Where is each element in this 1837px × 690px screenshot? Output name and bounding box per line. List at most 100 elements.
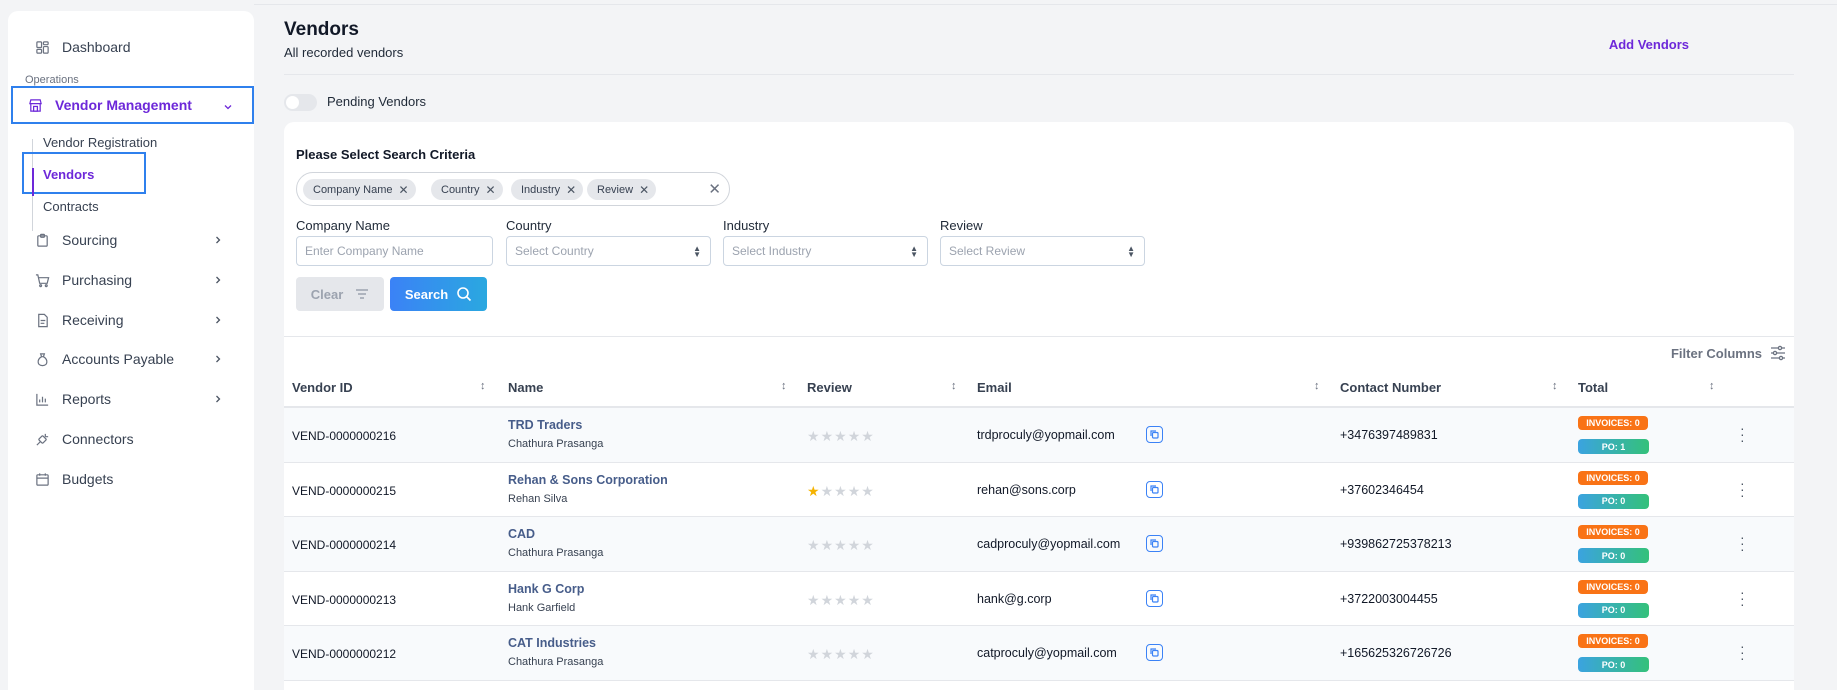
vendor-email: rehan@sons.corp <box>977 482 1076 497</box>
dashboard-icon <box>34 39 50 55</box>
sidebar-item-receiving[interactable]: Receiving <box>20 301 242 339</box>
chip-country[interactable]: Country ✕ <box>431 179 503 200</box>
select-arrows-icon: ▲ ▼ <box>1127 244 1135 259</box>
invoices-badge: INVOICES: 0 <box>1578 525 1648 539</box>
chevron-down-icon <box>222 100 234 112</box>
column-header-review[interactable]: Review <box>807 380 852 395</box>
table-row[interactable]: VEND-0000000213 Hank G Corp Hank Garfiel… <box>284 572 1794 626</box>
vendor-email: catproculy@yopmail.com <box>977 646 1117 660</box>
invoices-badge: INVOICES: 0 <box>1578 634 1648 648</box>
star-icon: ★ <box>820 482 835 499</box>
vendor-phone: +3722003004455 <box>1340 591 1438 606</box>
industry-placeholder: Select Industry <box>732 244 812 258</box>
sidebar-subitem-vendors[interactable]: Vendors <box>43 167 94 182</box>
chart-icon <box>34 391 50 407</box>
chip-company-name[interactable]: Company Name ✕ <box>303 179 416 200</box>
search-icon <box>457 287 472 302</box>
industry-label: Industry <box>723 218 770 233</box>
more-options-icon[interactable]: · · · <box>1740 639 1745 665</box>
sort-icon[interactable]: ↕ <box>951 380 957 392</box>
sidebar-item-reports[interactable]: Reports <box>20 380 242 418</box>
chip-label: Country <box>441 183 480 196</box>
company-name-label: Company Name <box>296 218 390 233</box>
column-header-total[interactable]: Total <box>1578 380 1608 395</box>
invoices-badge: INVOICES: 0 <box>1578 579 1648 594</box>
sidebar-item-connectors[interactable]: Connectors <box>20 420 242 458</box>
filter-columns-button[interactable]: Filter Columns <box>1671 345 1786 361</box>
store-icon <box>27 97 43 113</box>
sidebar: Dashboard Operations Vendor Management V… <box>8 11 254 690</box>
column-header-name[interactable]: Name <box>508 380 543 395</box>
vendor-name-link[interactable]: Rehan & Sons Corporation <box>508 473 668 487</box>
star-icon: ★ <box>834 591 848 608</box>
close-icon[interactable]: ✕ <box>398 183 408 197</box>
sort-icon[interactable]: ↕ <box>1709 380 1715 392</box>
star-icon: ★ <box>807 537 821 553</box>
sidebar-item-sourcing[interactable]: Sourcing <box>20 221 242 259</box>
sidebar-item-label: Vendor Management <box>55 97 192 113</box>
chip-review[interactable]: Review ✕ <box>587 179 657 200</box>
close-icon[interactable]: ✕ <box>639 183 649 197</box>
po-badge: PO: 0 <box>1578 657 1649 672</box>
column-header-email[interactable]: Email <box>977 380 1012 395</box>
table-row[interactable]: VEND-0000000214 CAD Chathura Prasanga ★★… <box>284 517 1794 572</box>
divider <box>284 336 1794 337</box>
sidebar-item-dashboard[interactable]: Dashboard <box>20 28 242 66</box>
country-select[interactable]: Select Country ▲ ▼ <box>506 236 711 266</box>
sidebar-item-purchasing[interactable]: Purchasing <box>20 261 242 299</box>
review-placeholder: Select Review <box>949 244 1026 258</box>
sidebar-subitem-contracts[interactable]: Contracts <box>43 199 99 214</box>
vendor-name-link[interactable]: TRD Traders <box>508 418 582 432</box>
company-name-input[interactable]: Enter Company Name <box>296 236 493 266</box>
copy-icon[interactable] <box>1146 426 1163 443</box>
search-button[interactable]: Search <box>390 277 487 311</box>
sidebar-subitem-vendor-registration[interactable]: Vendor Registration <box>43 135 157 150</box>
close-icon[interactable]: ✕ <box>486 183 496 197</box>
sort-icon[interactable]: ↕ <box>781 380 787 392</box>
star-icon: ★ <box>861 428 875 444</box>
column-header-vendor-id[interactable]: Vendor ID <box>292 380 353 395</box>
clear-all-icon[interactable]: ✕ <box>708 180 721 198</box>
copy-icon[interactable] <box>1146 589 1163 607</box>
chip-industry[interactable]: Industry ✕ <box>511 179 584 200</box>
sidebar-item-budgets[interactable]: Budgets <box>20 460 242 498</box>
copy-icon[interactable] <box>1146 644 1163 661</box>
table-row[interactable]: VEND-0000000215 Rehan & Sons Corporation… <box>284 463 1794 517</box>
copy-icon[interactable] <box>1146 535 1163 552</box>
cart-icon <box>34 272 50 288</box>
add-vendors-link[interactable]: Add Vendors <box>1609 37 1689 52</box>
star-icon: ★ <box>861 537 875 553</box>
copy-icon[interactable] <box>1146 480 1163 498</box>
sort-icon[interactable]: ↕ <box>480 380 486 392</box>
review-select[interactable]: Select Review ▲ ▼ <box>940 236 1145 266</box>
vendor-name-link[interactable]: CAD <box>508 527 535 541</box>
sort-icon[interactable]: ↕ <box>1314 380 1320 392</box>
criteria-chip-box[interactable]: Company Name ✕ Country ✕ Industry ✕ Review ✕… <box>296 172 730 206</box>
sidebar-item-accounts-payable[interactable]: Accounts Payable <box>20 340 242 378</box>
star-icon: ★ <box>820 537 835 553</box>
pending-vendors-toggle[interactable] <box>284 94 317 111</box>
country-label: Country <box>506 218 552 233</box>
star-icon: ★ <box>847 428 862 444</box>
close-icon[interactable]: ✕ <box>566 183 576 197</box>
table-row[interactable]: VEND-0000000216 TRD Traders Chathura Pra… <box>284 408 1794 463</box>
industry-select[interactable]: Select Industry ▲ ▼ <box>723 236 928 266</box>
table-row[interactable]: VEND-0000000212 CAT Industries Chathura … <box>284 626 1794 681</box>
more-options-icon[interactable]: · · · <box>1740 530 1745 556</box>
chevron-right-icon <box>212 352 224 364</box>
chevron-right-icon <box>212 233 224 245</box>
vendor-id: VEND-0000000216 <box>292 429 397 443</box>
sidebar-item-vendor-management[interactable]: Vendor Management <box>11 86 254 124</box>
more-options-icon[interactable]: · · · <box>1740 421 1745 447</box>
po-badge: PO: 0 <box>1578 602 1649 618</box>
vendor-name-link[interactable]: Hank G Corp <box>508 582 584 596</box>
more-options-icon[interactable]: · · · <box>1740 585 1745 611</box>
vendor-phone: +165625326726726 <box>1340 646 1452 660</box>
more-options-icon[interactable]: · · · <box>1740 476 1745 502</box>
clear-button[interactable]: Clear <box>296 277 384 311</box>
column-header-contact-number[interactable]: Contact Number <box>1340 380 1441 395</box>
vendor-phone: +939862725378213 <box>1340 537 1452 551</box>
vendor-name-link[interactable]: CAT Industries <box>508 636 596 650</box>
sliders-icon <box>1771 345 1785 361</box>
sort-icon[interactable]: ↕ <box>1552 380 1558 392</box>
